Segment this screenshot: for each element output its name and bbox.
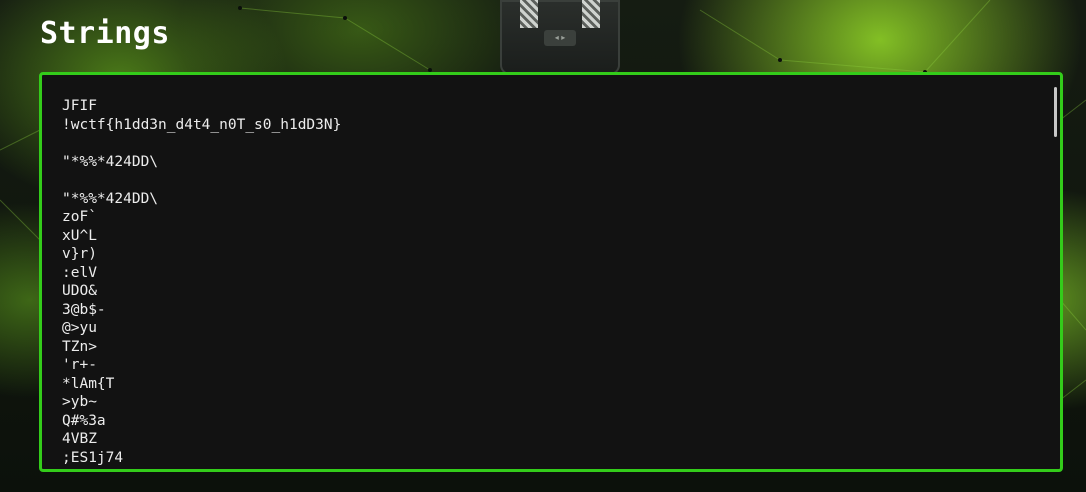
page-title: Strings [40, 16, 170, 51]
strings-output-panel[interactable]: JFIF !wctf{h1dd3n_d4t4_n0T_s0_h1dD3N} "*… [39, 72, 1063, 472]
strings-line: *lAm{T [62, 375, 115, 392]
strings-line: 'r+- [62, 357, 97, 373]
strings-line: zoF` [62, 209, 97, 225]
page-background: ◂ ▸ Strings JFIF !wctf{h1dd3n_d4t4_n0T_s… [0, 0, 1086, 492]
strings-line: "*%%*424DD\ [62, 190, 159, 207]
strings-line: >yb~ [62, 394, 97, 410]
strings-line: :elV [62, 264, 97, 281]
device-vent-left [520, 0, 538, 28]
strings-line: 4VBZ [62, 431, 97, 447]
strings-line: @>yu [62, 320, 97, 336]
strings-line: !wctf{h1dd3n_d4t4_n0T_s0_h1dD3N} [62, 116, 342, 133]
strings-output-text: JFIF !wctf{h1dd3n_d4t4_n0T_s0_h1dD3N} "*… [62, 97, 342, 469]
strings-line: UDO& [62, 283, 97, 299]
strings-line: "*%%*424DD\ [62, 153, 159, 170]
device-arrows-icon: ◂ ▸ [544, 30, 576, 46]
background-device-decoration: ◂ ▸ [500, 0, 620, 75]
strings-line: JFIF [62, 98, 97, 114]
strings-line: ;ES1j74 [62, 449, 124, 466]
device-vent-right [582, 0, 600, 28]
strings-line: Q#%3a [62, 412, 106, 429]
strings-line: 3@b$- [62, 301, 106, 318]
strings-line: xU^L [62, 227, 97, 244]
scrollbar-thumb[interactable] [1054, 87, 1057, 137]
strings-line: v}r) [62, 246, 97, 262]
strings-line: TZn> [62, 338, 97, 355]
strings-line: ?o+>J [62, 468, 106, 469]
